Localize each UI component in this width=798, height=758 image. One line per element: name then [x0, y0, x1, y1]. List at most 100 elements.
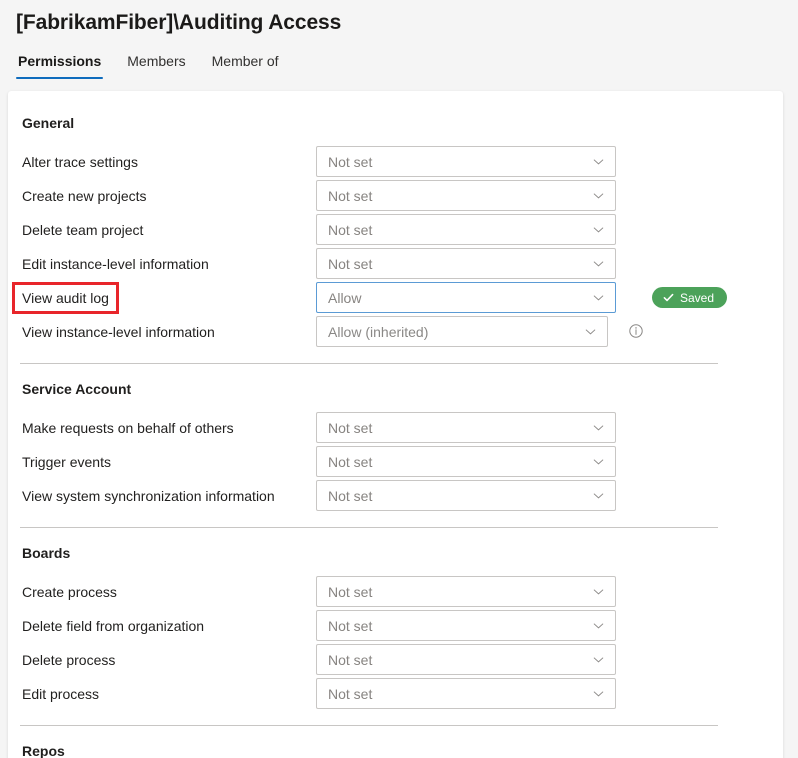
tab-members[interactable]: Members — [125, 53, 187, 79]
dropdown-value: Not set — [328, 652, 372, 668]
dropdown-value: Not set — [328, 618, 372, 634]
permission-label: Create process — [22, 584, 117, 600]
section-repos: ReposAdminister workspacesNot set — [8, 740, 783, 758]
info-icon[interactable] — [628, 323, 644, 339]
permission-dropdown[interactable]: Not set — [316, 480, 616, 511]
dropdown-value: Allow — [328, 290, 361, 306]
permission-row: Alter trace settings Not set — [8, 145, 783, 179]
dropdown-value: Not set — [328, 488, 372, 504]
permission-dropdown[interactable]: Not set — [316, 180, 616, 211]
permission-control: Allow (inherited) — [316, 316, 608, 347]
permission-dropdown[interactable]: Allow (inherited) — [316, 316, 608, 347]
chevron-down-icon — [593, 586, 604, 597]
permission-dropdown[interactable]: Allow — [316, 282, 616, 313]
permission-dropdown[interactable]: Not set — [316, 610, 616, 641]
section-heading: General — [8, 112, 783, 134]
chevron-down-icon — [593, 688, 604, 699]
dropdown-value: Not set — [328, 154, 372, 170]
status-badge: Saved — [652, 287, 727, 308]
permissions-page: [FabrikamFiber]\Auditing Access Permissi… — [0, 0, 798, 758]
permission-control: Not set — [316, 610, 616, 641]
chevron-down-icon — [593, 654, 604, 665]
permission-dropdown[interactable]: Not set — [316, 146, 616, 177]
dropdown-value: Allow (inherited) — [328, 324, 428, 340]
permission-control: Not set — [316, 180, 616, 211]
permission-label: Trigger events — [22, 454, 111, 470]
permission-row: Delete process Not set — [8, 643, 783, 677]
permission-control: Not set — [316, 576, 616, 607]
section-divider — [20, 527, 718, 528]
chevron-down-icon — [593, 190, 604, 201]
permission-control: Not set — [316, 146, 616, 177]
permission-dropdown[interactable]: Not set — [316, 644, 616, 675]
section-divider — [20, 725, 718, 726]
spacer — [8, 564, 783, 575]
dropdown-value: Not set — [328, 188, 372, 204]
permission-label: View system synchronization information — [22, 488, 275, 504]
dropdown-value: Not set — [328, 686, 372, 702]
section-divider — [20, 363, 718, 364]
permission-row: View system synchronization information N… — [8, 479, 783, 513]
chevron-down-icon — [593, 490, 604, 501]
permission-label: Create new projects — [22, 188, 147, 204]
permission-control: Not set — [316, 446, 616, 477]
chevron-down-icon — [593, 422, 604, 433]
section-service-account: Service Account Make requests on behalf o… — [8, 378, 783, 513]
section-boards: BoardsCreate processNot setDelete field … — [8, 542, 783, 711]
chevron-down-icon — [585, 326, 596, 337]
chevron-down-icon — [593, 620, 604, 631]
permission-row: Create process Not set — [8, 575, 783, 609]
section-heading: Repos — [8, 740, 783, 758]
permission-row: Delete team project Not set — [8, 213, 783, 247]
spacer — [8, 134, 783, 145]
permission-sections: GeneralAlter trace settingsNot setCreate… — [8, 91, 783, 758]
permission-row: Make requests on behalf of others Not set — [8, 411, 783, 445]
permission-label: Delete team project — [22, 222, 143, 238]
permission-row: Create new projects Not set — [8, 179, 783, 213]
chevron-down-icon — [593, 258, 604, 269]
chevron-down-icon — [593, 224, 604, 235]
permission-row: Trigger events Not set — [8, 445, 783, 479]
permission-dropdown[interactable]: Not set — [316, 214, 616, 245]
permission-control: Not set — [316, 412, 616, 443]
spacer — [8, 400, 783, 411]
section-heading: Service Account — [8, 378, 783, 400]
permission-row: View instance-level information Allow (in… — [8, 315, 783, 349]
permission-dropdown[interactable]: Not set — [316, 576, 616, 607]
permission-label: Edit process — [22, 686, 99, 702]
permission-label: Delete field from organization — [22, 618, 204, 634]
permission-control: Not set — [316, 248, 616, 279]
dropdown-value: Not set — [328, 584, 372, 600]
dropdown-value: Not set — [328, 222, 372, 238]
chevron-down-icon — [593, 292, 604, 303]
permission-dropdown[interactable]: Not set — [316, 678, 616, 709]
permission-control: Not set — [316, 214, 616, 245]
dropdown-value: Not set — [328, 256, 372, 272]
tab-bar: Permissions Members Member of — [16, 53, 281, 79]
permission-label: Alter trace settings — [22, 154, 138, 170]
chevron-down-icon — [593, 456, 604, 467]
permission-dropdown[interactable]: Not set — [316, 248, 616, 279]
tab-member-of[interactable]: Member of — [210, 53, 281, 79]
permission-dropdown[interactable]: Not set — [316, 412, 616, 443]
check-icon — [663, 292, 674, 303]
status-badge-label: Saved — [680, 291, 714, 305]
permissions-card: GeneralAlter trace settingsNot setCreate… — [8, 91, 783, 758]
dropdown-value: Not set — [328, 454, 372, 470]
permission-dropdown[interactable]: Not set — [316, 446, 616, 477]
permission-row: Edit process Not set — [8, 677, 783, 711]
permission-label: Delete process — [22, 652, 115, 668]
permission-label: Make requests on behalf of others — [22, 420, 234, 436]
permission-label-highlighted: View audit log — [15, 285, 116, 311]
page-title: [FabrikamFiber]\Auditing Access — [16, 11, 341, 35]
permission-control: Allow — [316, 282, 616, 313]
section-general: GeneralAlter trace settingsNot setCreate… — [8, 91, 783, 349]
permission-label: Edit instance-level information — [22, 256, 209, 272]
permission-control: Not set — [316, 480, 616, 511]
permission-label: View instance-level information — [22, 324, 215, 340]
dropdown-value: Not set — [328, 420, 372, 436]
permission-row: Delete field from organization Not set — [8, 609, 783, 643]
tab-permissions[interactable]: Permissions — [16, 53, 103, 79]
permission-control: Not set — [316, 678, 616, 709]
permission-row: Edit instance-level information Not set — [8, 247, 783, 281]
